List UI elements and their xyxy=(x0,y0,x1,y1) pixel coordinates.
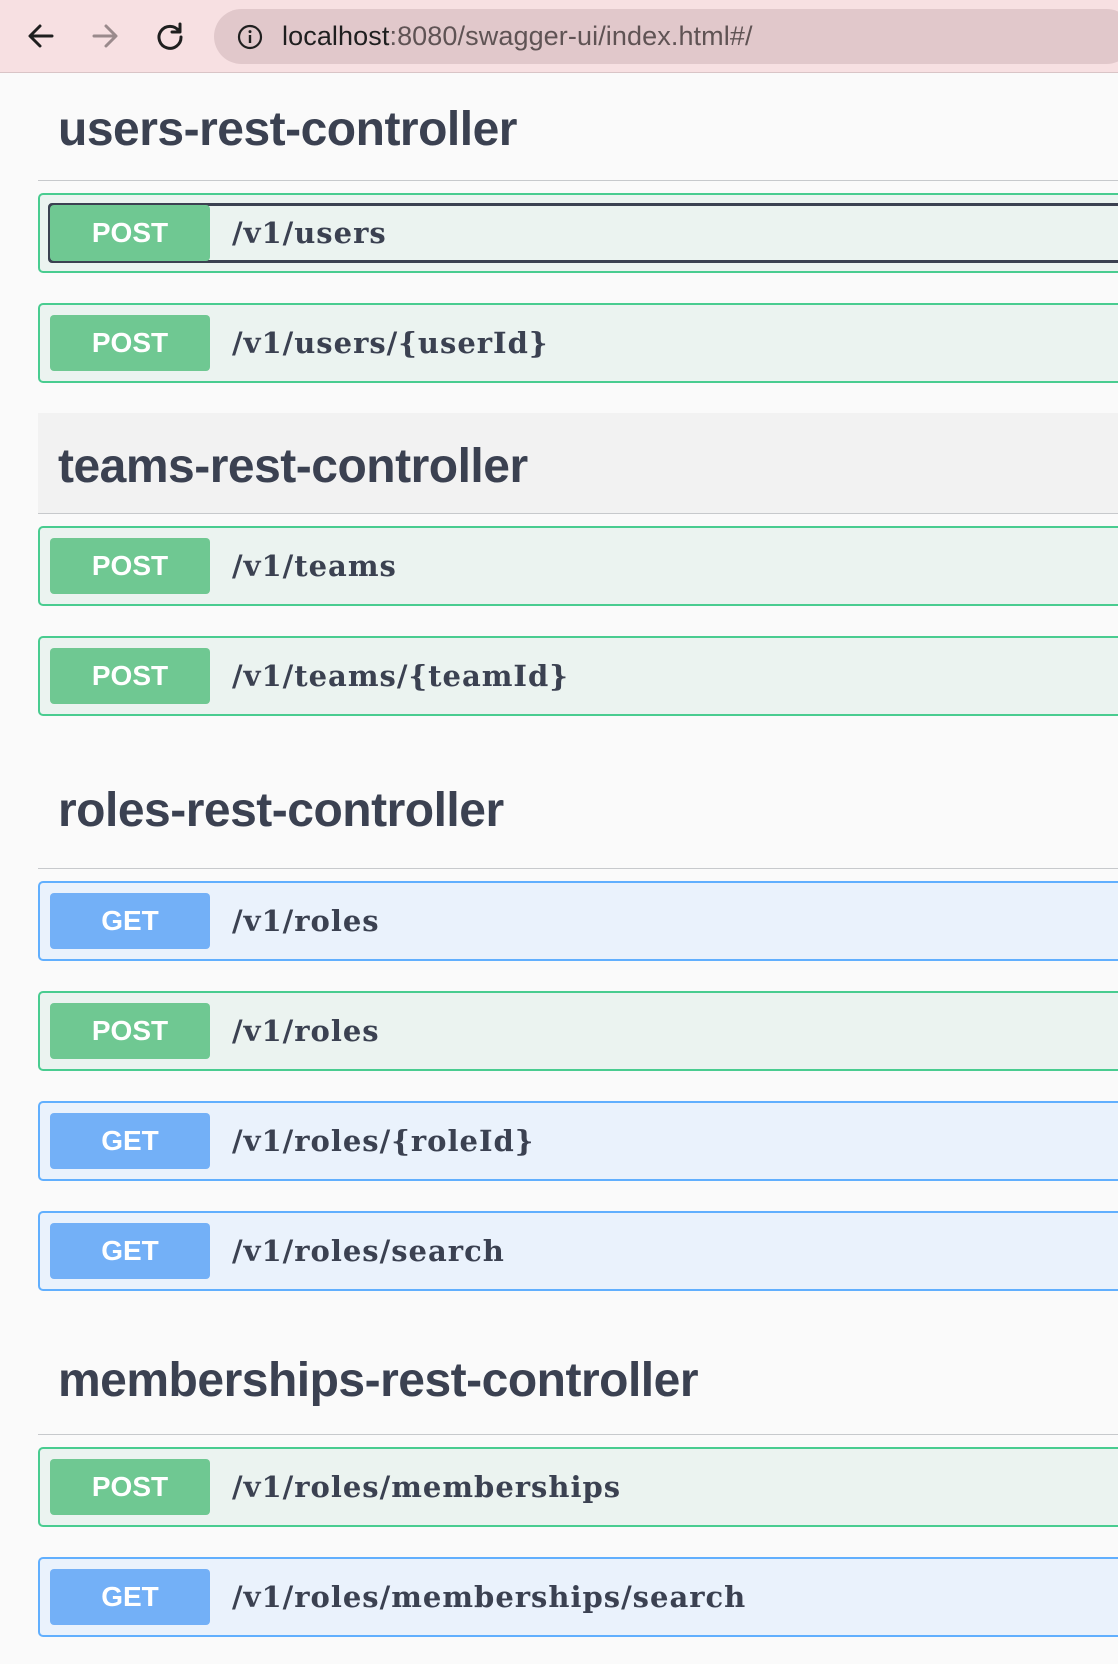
tag-section-roles: roles-rest-controller GET /v1/roles POST… xyxy=(38,746,1118,1291)
tag-header-users[interactable]: users-rest-controller xyxy=(38,73,1118,181)
reload-button[interactable] xyxy=(148,14,192,58)
arrow-right-icon xyxy=(92,24,118,48)
method-badge: POST xyxy=(50,1459,210,1515)
tag-title: roles-rest-controller xyxy=(58,783,504,837)
operation-get-v1-roles-search[interactable]: GET /v1/roles/search xyxy=(38,1211,1118,1291)
tag-header-teams[interactable]: teams-rest-controller xyxy=(38,413,1118,514)
operation-post-v1-roles[interactable]: POST /v1/roles xyxy=(38,991,1118,1071)
tag-section-teams: teams-rest-controller POST /v1/teams POS… xyxy=(38,413,1118,716)
operation-get-v1-roles-roleid[interactable]: GET /v1/roles/{roleId} xyxy=(38,1101,1118,1181)
operation-path: /v1/roles/memberships/search xyxy=(232,1580,747,1614)
method-badge: GET xyxy=(50,1113,210,1169)
method-badge: GET xyxy=(50,893,210,949)
operation-path: /v1/users/{userId} xyxy=(232,326,549,360)
arrow-left-icon xyxy=(28,24,54,48)
back-button[interactable] xyxy=(19,14,63,58)
operation-post-v1-users[interactable]: POST /v1/users xyxy=(38,193,1118,273)
tag-section-memberships: memberships-rest-controller POST /v1/rol… xyxy=(38,1321,1118,1637)
tag-title: memberships-rest-controller xyxy=(58,1354,699,1407)
operation-post-v1-teams-teamid[interactable]: POST /v1/teams/{teamId} xyxy=(38,636,1118,716)
swagger-content: users-rest-controller POST /v1/users POS… xyxy=(0,73,1118,1637)
operation-post-v1-users-userid[interactable]: POST /v1/users/{userId} xyxy=(38,303,1118,383)
info-icon[interactable] xyxy=(236,23,264,51)
operation-path: /v1/roles/{roleId} xyxy=(232,1124,535,1158)
operations-list: POST /v1/teams POST /v1/teams/{teamId} xyxy=(38,514,1118,716)
url-path: :8080/swagger-ui/index.html#/ xyxy=(389,21,753,51)
tag-title: teams-rest-controller xyxy=(58,439,528,493)
tag-header-memberships[interactable]: memberships-rest-controller xyxy=(38,1321,1118,1435)
operation-get-v1-roles[interactable]: GET /v1/roles xyxy=(38,881,1118,961)
operations-list: POST /v1/users POST /v1/users/{userId} xyxy=(38,181,1118,383)
operation-path: /v1/roles xyxy=(232,1014,380,1048)
address-bar[interactable]: localhost:8080/swagger-ui/index.html#/ xyxy=(214,9,1118,64)
method-badge: POST xyxy=(50,1003,210,1059)
url-text[interactable]: localhost:8080/swagger-ui/index.html#/ xyxy=(282,21,753,52)
operation-path: /v1/teams/{teamId} xyxy=(232,659,569,693)
tag-header-roles[interactable]: roles-rest-controller xyxy=(38,746,1118,869)
operation-get-v1-roles-memberships-search[interactable]: GET /v1/roles/memberships/search xyxy=(38,1557,1118,1637)
tag-title: users-rest-controller xyxy=(58,103,517,156)
forward-button[interactable] xyxy=(83,14,127,58)
operations-list: POST /v1/roles/memberships GET /v1/roles… xyxy=(38,1435,1118,1637)
operation-path: /v1/teams xyxy=(232,549,397,583)
operation-post-v1-roles-memberships[interactable]: POST /v1/roles/memberships xyxy=(38,1447,1118,1527)
method-badge: GET xyxy=(50,1569,210,1625)
operation-path: /v1/roles/search xyxy=(232,1234,505,1268)
method-badge: POST xyxy=(50,648,210,704)
browser-toolbar: localhost:8080/swagger-ui/index.html#/ xyxy=(0,0,1118,73)
method-badge: POST xyxy=(50,205,210,261)
method-badge: POST xyxy=(50,538,210,594)
operation-post-v1-teams[interactable]: POST /v1/teams xyxy=(38,526,1118,606)
operation-path: /v1/roles xyxy=(232,904,380,938)
url-host: localhost xyxy=(282,21,390,51)
operation-path: /v1/users xyxy=(232,216,387,250)
tag-section-users: users-rest-controller POST /v1/users POS… xyxy=(38,73,1118,383)
method-badge: POST xyxy=(50,315,210,371)
method-badge: GET xyxy=(50,1223,210,1279)
reload-icon xyxy=(157,22,183,50)
operations-list: GET /v1/roles POST /v1/roles GET /v1/rol… xyxy=(38,869,1118,1291)
operation-path: /v1/roles/memberships xyxy=(232,1470,622,1504)
